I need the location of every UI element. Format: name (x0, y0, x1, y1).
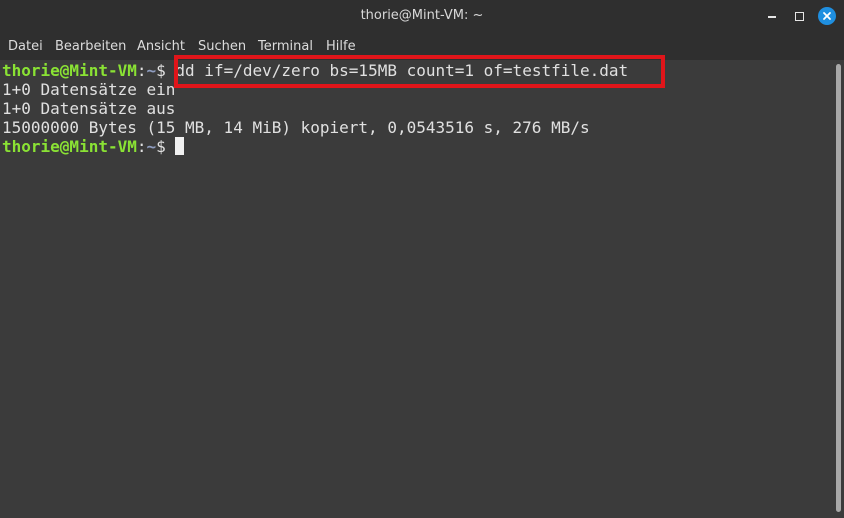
menu-suchen[interactable]: Suchen (198, 39, 246, 54)
minimize-button[interactable] (762, 6, 782, 26)
maximize-icon (794, 11, 804, 21)
terminal-prompt-line: thorie@Mint-VM:~$ (2, 137, 185, 156)
window-title: thorie@Mint-VM: ~ (360, 8, 484, 23)
menu-ansicht[interactable]: Ansicht (137, 39, 185, 54)
close-icon (818, 7, 836, 25)
vertical-scrollbar[interactable] (833, 60, 844, 518)
close-button[interactable] (817, 6, 837, 26)
prompt-user: thorie@Mint-VM (2, 61, 137, 80)
prompt-symbol: $ (156, 61, 176, 80)
prompt-user: thorie@Mint-VM (2, 137, 137, 156)
text-cursor (175, 137, 185, 155)
title-bar[interactable]: thorie@Mint-VM: ~ (0, 0, 844, 34)
prompt-separator: : (136, 137, 147, 156)
scrollbar-thumb[interactable] (836, 64, 841, 512)
prompt-path: ~ (146, 61, 157, 80)
terminal-output-area[interactable]: thorie@Mint-VM:~$ dd if=/dev/zero bs=15M… (0, 55, 833, 518)
menu-hilfe[interactable]: Hilfe (326, 39, 356, 54)
output-line: 1+0 Datensätze ein (2, 80, 176, 99)
terminal-command-line: thorie@Mint-VM:~$ dd if=/dev/zero bs=15M… (2, 55, 665, 88)
command-highlight-box (174, 55, 665, 88)
output-line: 15000000 Bytes (15 MB, 14 MiB) kopiert, … (2, 118, 590, 137)
prompt-separator: : (136, 61, 147, 80)
prompt-path: ~ (146, 137, 157, 156)
terminal-window: thorie@Mint-VM: ~ Datei Bearbeiten Ansic… (0, 0, 844, 518)
menu-datei[interactable]: Datei (8, 39, 43, 54)
menu-terminal[interactable]: Terminal (258, 39, 313, 54)
prompt-symbol: $ (156, 137, 176, 156)
menu-bearbeiten[interactable]: Bearbeiten (55, 39, 126, 54)
minimize-icon (768, 16, 776, 18)
maximize-button[interactable] (789, 6, 809, 26)
output-line: 1+0 Datensätze aus (2, 99, 176, 118)
